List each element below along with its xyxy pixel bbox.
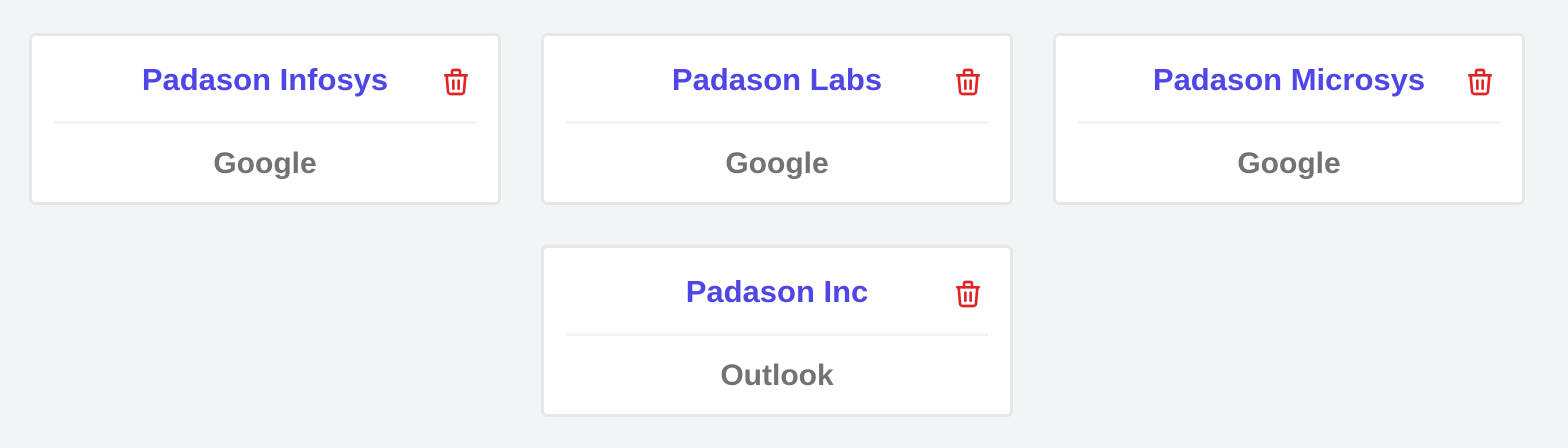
trash-icon [956, 280, 980, 308]
card-header: Padason Inc [544, 248, 1010, 334]
trash-icon [444, 68, 468, 96]
delete-button[interactable] [950, 62, 986, 102]
trash-icon [956, 68, 980, 96]
provider-label: Google [213, 147, 317, 180]
account-card[interactable]: Padason Inc Outlook [541, 245, 1013, 417]
account-card[interactable]: Padason Labs Google [541, 33, 1013, 205]
card-header: Padason Microsys [1056, 36, 1522, 122]
delete-button[interactable] [1462, 62, 1498, 102]
provider-label: Outlook [720, 359, 834, 392]
account-name: Padason Infosys [141, 62, 389, 97]
card-divider [566, 333, 988, 336]
delete-button[interactable] [438, 62, 474, 102]
account-name: Padason Microsys [1152, 62, 1426, 97]
account-card[interactable]: Padason Infosys Google [29, 33, 501, 205]
account-name: Padason Labs [671, 62, 883, 97]
provider-label: Google [725, 147, 829, 180]
card-divider [1078, 121, 1500, 124]
card-header: Padason Labs [544, 36, 1010, 122]
trash-icon [1468, 68, 1492, 96]
card-header: Padason Infosys [32, 36, 498, 122]
account-grid: Padason Infosys Google Padason Labs Goog… [0, 0, 1568, 448]
card-divider [54, 121, 476, 124]
account-card[interactable]: Padason Microsys Google [1053, 33, 1525, 205]
account-name: Padason Inc [685, 274, 869, 309]
provider-label: Google [1237, 147, 1341, 180]
delete-button[interactable] [950, 274, 986, 314]
card-divider [566, 121, 988, 124]
